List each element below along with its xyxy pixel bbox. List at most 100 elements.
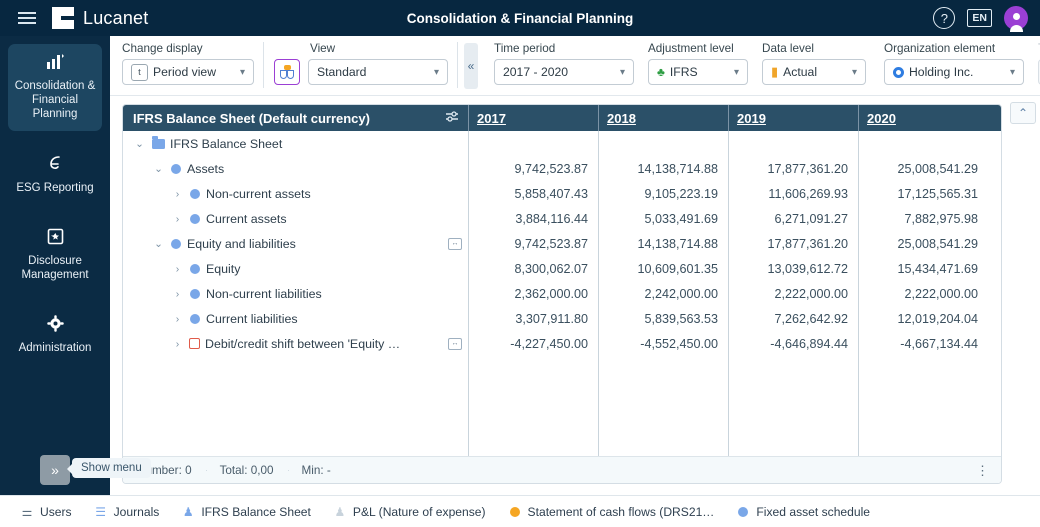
chevron-right-icon[interactable]: › [171, 263, 184, 275]
table-row[interactable]: ⌄ Assets 9,742,523.87 14,138,714.88 17,877,3… [123, 156, 1001, 181]
chevron-down-icon[interactable]: ⌄ [152, 163, 165, 175]
table-row[interactable]: ⌄ IFRS Balance Sheet [123, 131, 1001, 156]
bottom-tab-label: P&L (Nature of expense) [352, 504, 486, 519]
time-period-dropdown[interactable]: 2017 - 2020 ▾ [494, 59, 634, 85]
calculation-badge-icon[interactable]: ↔ [448, 337, 462, 350]
sidebar-item-disclosure-management[interactable]: Disclosure Management [8, 219, 102, 292]
value-cell[interactable]: 17,877,361.20 [728, 162, 858, 176]
column-header-2019[interactable]: 2019 [728, 105, 858, 131]
adjustment-level-value: IFRS [669, 65, 698, 79]
collapse-panel-button[interactable]: ⌃ [1010, 102, 1036, 124]
value-cell[interactable]: 13,039,612.72 [728, 262, 858, 276]
value-cell[interactable]: 2,362,000.00 [468, 287, 598, 301]
value-cell[interactable]: 5,839,563.53 [598, 312, 728, 326]
value-cell[interactable]: 15,434,471.69 [858, 262, 988, 276]
value-cell[interactable]: 2,242,000.00 [598, 287, 728, 301]
value-cell[interactable]: 6,271,091.27 [728, 212, 858, 226]
adjustment-level-dropdown[interactable]: ♣ IFRS ▾ [648, 59, 748, 85]
sliders-icon[interactable] [445, 110, 468, 126]
value-cell[interactable]: 9,742,523.87 [468, 162, 598, 176]
table-row[interactable]: ⌄ Equity and liabilities ↔ 9,742,523.87 14,1… [123, 231, 1001, 256]
status-min: Min: - [287, 464, 345, 477]
chevron-down-icon[interactable]: ⌄ [133, 138, 146, 150]
tree-row-label: Equity and liabilities [187, 236, 296, 251]
show-menu-button[interactable]: » [40, 455, 70, 485]
change-display-dropdown[interactable]: t Period view ▾ [122, 59, 254, 85]
table-row[interactable]: › Current liabilities 3,307,911.80 5,839,56… [123, 306, 1001, 331]
show-menu-tooltip: Show menu [67, 458, 151, 478]
table-row[interactable]: › Non-current liabilities 2,362,000.00 2,24… [123, 281, 1001, 306]
bottom-tab-item[interactable]: Fixed asset schedule [728, 505, 878, 519]
value-cell[interactable]: 7,262,642.92 [728, 312, 858, 326]
value-cell[interactable]: 5,033,491.69 [598, 212, 728, 226]
sidebar-item-label: Consolidation & Financial Planning [14, 80, 96, 120]
view-dropdown[interactable]: Standard ▾ [308, 59, 448, 85]
calculation-badge-icon[interactable]: ↔ [448, 237, 462, 250]
cube-icon: ▮ [771, 64, 779, 79]
toolbar-group-data-level: Data level ▮ Actual ▾ [758, 36, 876, 94]
table-row[interactable]: › Non-current assets 5,858,407.43 9,105,223… [123, 181, 1001, 206]
column-header-2020[interactable]: 2020 [858, 105, 988, 131]
table-row[interactable]: › Equity 8,300,062.07 10,609,601.35 13,039,6… [123, 256, 1001, 281]
more-options-icon[interactable]: ⋮ [976, 463, 1001, 479]
value-cell[interactable]: 25,008,541.29 [858, 237, 988, 251]
data-level-dropdown[interactable]: ▮ Actual ▾ [762, 59, 866, 85]
brand-name: Lucanet [83, 7, 149, 28]
bottom-tab-item[interactable]: ♟ IFRS Balance Sheet [173, 505, 319, 519]
value-cell[interactable]: 25,008,541.29 [858, 162, 988, 176]
value-cell[interactable]: 3,307,911.80 [468, 312, 598, 326]
chevron-down-icon[interactable]: ⌄ [152, 238, 165, 250]
value-cell[interactable]: 17,125,565.31 [858, 187, 988, 201]
value-cell[interactable]: 17,877,361.20 [728, 237, 858, 251]
bottom-tab-item[interactable]: ☰ Journals [86, 505, 168, 519]
sidebar-item-label: Disclosure Management [21, 255, 89, 281]
tree-cell: › Non-current liabilities [123, 287, 468, 301]
value-cell[interactable]: 7,882,975.98 [858, 212, 988, 226]
bottom-tab-item[interactable]: Statement of cash flows (DRS21… [500, 505, 723, 519]
value-cell[interactable]: 11,606,269.93 [728, 187, 858, 201]
column-header-2018[interactable]: 2018 [598, 105, 728, 131]
binoculars-icon[interactable] [274, 59, 300, 85]
value-cell[interactable]: 8,300,062.07 [468, 262, 598, 276]
sidebar-item-consolidation[interactable]: Consolidation & Financial Planning [8, 44, 102, 131]
table-row[interactable]: › Debit/credit shift between 'Equity … ↔ -4… [123, 331, 1001, 356]
collapse-filters-button[interactable]: « [464, 43, 478, 89]
toolbar-group-view: View Standard ▾ [264, 36, 458, 94]
value-cell[interactable]: 9,105,223.19 [598, 187, 728, 201]
organization-element-dropdown[interactable]: Holding Inc. ▾ [884, 59, 1024, 85]
value-cell[interactable]: 14,138,714.88 [598, 162, 728, 176]
sidebar-item-administration[interactable]: Administration [8, 306, 102, 365]
bottom-tab-item[interactable]: ♟ P&L (Nature of expense) [325, 505, 494, 519]
sidebar-item-esg-reporting[interactable]: ESG Reporting [8, 145, 102, 205]
value-cell[interactable]: 12,019,204.04 [858, 312, 988, 326]
value-cell[interactable]: -4,227,450.00 [468, 337, 598, 351]
value-cell[interactable]: 10,609,601.35 [598, 262, 728, 276]
value-cell[interactable]: 5,858,407.43 [468, 187, 598, 201]
value-cell[interactable]: -4,552,450.00 [598, 337, 728, 351]
value-cell[interactable]: 2,222,000.00 [858, 287, 988, 301]
value-cell[interactable]: 2,222,000.00 [728, 287, 858, 301]
value-cell[interactable]: -4,667,134.44 [858, 337, 988, 351]
value-cell[interactable]: 14,138,714.88 [598, 237, 728, 251]
chevron-right-icon[interactable]: › [171, 188, 184, 200]
square-icon [189, 338, 200, 349]
help-icon[interactable]: ? [933, 7, 956, 29]
table-row[interactable]: › Current assets 3,884,116.44 5,033,491.69 6… [123, 206, 1001, 231]
chevron-right-icon[interactable]: › [171, 338, 184, 350]
value-cell[interactable]: -4,646,894.44 [728, 337, 858, 351]
language-badge[interactable]: EN [967, 9, 992, 27]
column-header-2017[interactable]: 2017 [468, 105, 598, 131]
leaf-icon [12, 154, 98, 177]
value-cell[interactable]: 9,742,523.87 [468, 237, 598, 251]
chevron-right-icon[interactable]: › [171, 288, 184, 300]
avatar[interactable] [1004, 6, 1028, 32]
chevron-right-icon[interactable]: › [171, 313, 184, 325]
person-icon: ♟ [334, 504, 346, 519]
chevron-right-icon[interactable]: › [171, 213, 184, 225]
bottom-tab-item[interactable]: ⚌ Users [12, 505, 80, 519]
value-cell[interactable]: 3,884,116.44 [468, 212, 598, 226]
table-header-row: IFRS Balance Sheet (Default currency) 20… [123, 105, 1001, 131]
bullet-icon [171, 238, 181, 249]
blue-dot-icon [736, 506, 750, 517]
hamburger-icon[interactable] [10, 12, 44, 24]
